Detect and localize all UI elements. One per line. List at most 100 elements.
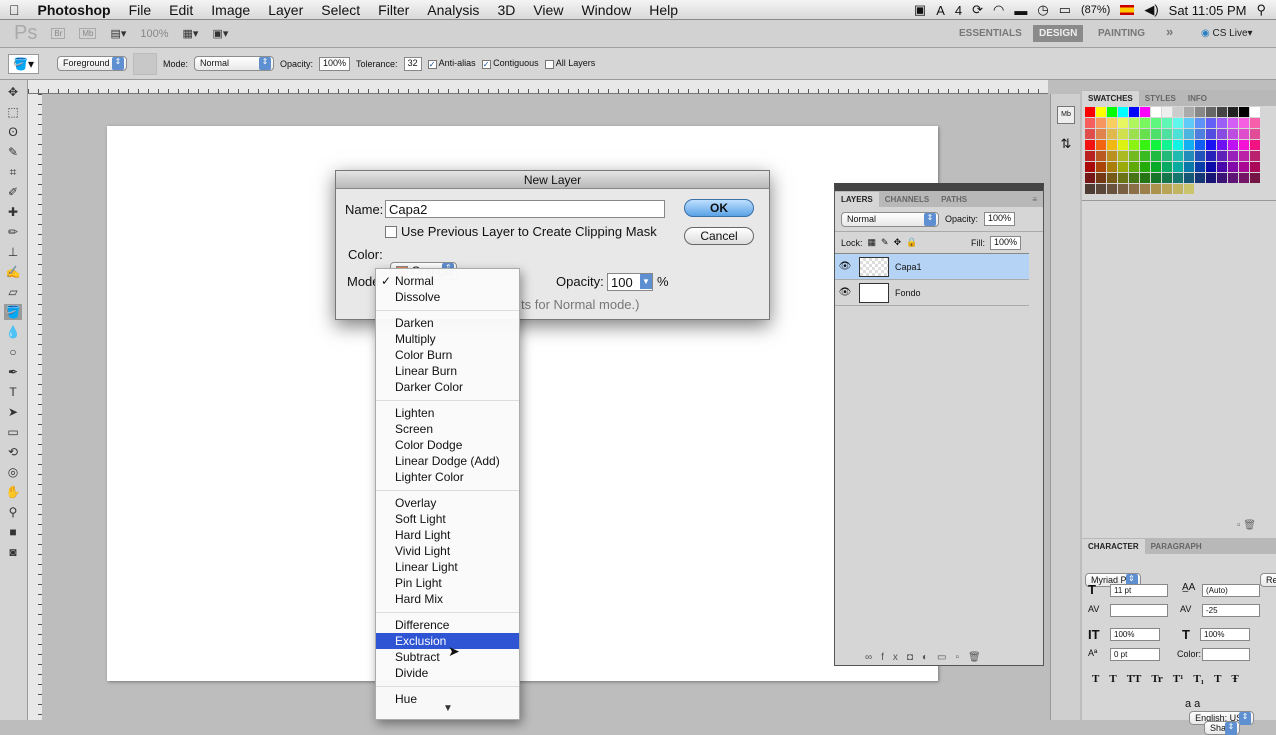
swatch[interactable]: [1118, 151, 1128, 161]
swatch[interactable]: [1250, 118, 1260, 128]
brush-tool-icon[interactable]: ✏: [4, 224, 22, 240]
all-layers-checkbox[interactable]: [544, 59, 554, 69]
swatch[interactable]: [1184, 107, 1194, 117]
tab-styles[interactable]: STYLES: [1139, 91, 1182, 106]
swatch[interactable]: [1129, 162, 1139, 172]
swatch[interactable]: [1239, 162, 1249, 172]
lock-transparency-icon[interactable]: ▦: [868, 237, 877, 248]
swatch[interactable]: [1151, 107, 1161, 117]
volume-icon[interactable]: ◀): [1144, 2, 1158, 18]
opacity-input[interactable]: 100%: [319, 56, 351, 71]
hand-tool-icon[interactable]: ✋: [4, 484, 22, 500]
wifi-icon[interactable]: ◠: [993, 2, 1004, 18]
swatch[interactable]: [1239, 129, 1249, 139]
swatch[interactable]: [1107, 140, 1117, 150]
quick-select-tool-icon[interactable]: ✎: [4, 144, 22, 160]
menu-filter[interactable]: Filter: [369, 2, 418, 18]
history-brush-tool-icon[interactable]: ✍: [4, 264, 22, 280]
path-select-tool-icon[interactable]: ➤: [4, 404, 22, 420]
swatch[interactable]: [1118, 140, 1128, 150]
ok-button[interactable]: OK: [684, 199, 754, 217]
apple-icon[interactable]: : [0, 2, 29, 18]
opacity-dropdown-icon[interactable]: ▼: [640, 274, 652, 289]
marquee-tool-icon[interactable]: ⬚: [4, 104, 22, 120]
time-machine-icon[interactable]: ◷: [1037, 2, 1048, 18]
menu-item-pin-light[interactable]: Pin Light: [376, 575, 519, 591]
menu-item-multiply[interactable]: Multiply: [376, 331, 519, 347]
swatch[interactable]: [1140, 151, 1150, 161]
swatch[interactable]: [1107, 107, 1117, 117]
swatch[interactable]: [1217, 162, 1227, 172]
crop-tool-icon[interactable]: ⌗: [4, 164, 22, 180]
swatch[interactable]: [1250, 140, 1260, 150]
swatch[interactable]: [1107, 118, 1117, 128]
swatch[interactable]: [1107, 184, 1117, 194]
swatch[interactable]: [1096, 151, 1106, 161]
lasso-tool-icon[interactable]: ʘ: [4, 124, 22, 140]
arrange-documents-button[interactable]: ▦▾: [183, 27, 199, 40]
tab-character[interactable]: CHARACTER: [1082, 539, 1145, 554]
swatch[interactable]: [1184, 151, 1194, 161]
swatch[interactable]: [1239, 173, 1249, 183]
swatch[interactable]: [1217, 173, 1227, 183]
swatch[interactable]: [1118, 107, 1128, 117]
swatch[interactable]: [1140, 173, 1150, 183]
swatch[interactable]: [1228, 173, 1238, 183]
swatch[interactable]: [1250, 129, 1260, 139]
menu-item-divide[interactable]: Divide: [376, 665, 519, 681]
fill-source-select[interactable]: Foreground: [56, 56, 127, 71]
tracking-input[interactable]: -25: [1202, 604, 1260, 617]
swatch[interactable]: [1217, 107, 1227, 117]
paint-bucket-tool-icon[interactable]: 🪣: [4, 304, 22, 320]
pen-tool-icon[interactable]: ✒: [4, 364, 22, 380]
swatch[interactable]: [1162, 151, 1172, 161]
menu-item-hard-mix[interactable]: Hard Mix: [376, 591, 519, 607]
paint-bucket-tool-preset[interactable]: 🪣▾: [8, 53, 39, 74]
swatch[interactable]: [1129, 140, 1139, 150]
tab-info[interactable]: INFO: [1182, 91, 1213, 106]
shape-tool-icon[interactable]: ▭: [4, 424, 22, 440]
swatch[interactable]: [1217, 184, 1227, 194]
swatch[interactable]: [1107, 173, 1117, 183]
anti-alias-select[interactable]: Sharp: [1204, 721, 1241, 735]
swatch[interactable]: [1129, 107, 1139, 117]
leading-input[interactable]: (Auto): [1202, 584, 1260, 597]
swatch[interactable]: [1173, 184, 1183, 194]
baseline-shift-input[interactable]: 0 pt: [1110, 648, 1160, 661]
swatch[interactable]: [1195, 129, 1205, 139]
3d-rotate-tool-icon[interactable]: ⟲: [4, 444, 22, 460]
pattern-picker[interactable]: [132, 52, 157, 75]
visibility-eye-icon[interactable]: 👁: [835, 261, 855, 272]
menu-item-lighter-color[interactable]: Lighter Color: [376, 469, 519, 485]
swatch[interactable]: [1129, 118, 1139, 128]
menu-image[interactable]: Image: [202, 2, 259, 18]
swatch[interactable]: [1206, 184, 1216, 194]
adjustment-icon[interactable]: ◐: [922, 652, 937, 663]
eraser-tool-icon[interactable]: ▱: [4, 284, 22, 300]
zoom-tool-icon[interactable]: ⚲: [4, 504, 22, 520]
tab-paragraph[interactable]: PARAGRAPH: [1145, 539, 1208, 554]
swatch[interactable]: [1096, 184, 1106, 194]
new-swatch-icons[interactable]: ▫ 🗑: [1237, 520, 1256, 531]
swatch[interactable]: [1085, 129, 1095, 139]
swatch[interactable]: [1195, 151, 1205, 161]
swatch[interactable]: [1140, 184, 1150, 194]
swatch[interactable]: [1173, 140, 1183, 150]
menu-file[interactable]: File: [120, 2, 161, 18]
swatch[interactable]: [1085, 173, 1095, 183]
delete-icon[interactable]: 🗑: [968, 652, 990, 663]
type-style-button[interactable]: T¹: [1173, 673, 1184, 685]
swatch[interactable]: [1228, 129, 1238, 139]
swatch[interactable]: [1129, 129, 1139, 139]
battery-icon[interactable]: ▭: [1059, 2, 1071, 18]
menu-select[interactable]: Select: [312, 2, 369, 18]
swatch[interactable]: [1162, 173, 1172, 183]
eyedropper-tool-icon[interactable]: ✐: [4, 184, 22, 200]
swatch[interactable]: [1228, 140, 1238, 150]
menu-analysis[interactable]: Analysis: [418, 2, 488, 18]
swatch[interactable]: [1206, 107, 1216, 117]
adobe-icon[interactable]: A: [936, 3, 945, 18]
type-style-button[interactable]: TT: [1127, 673, 1142, 685]
swatch[interactable]: [1096, 173, 1106, 183]
stamp-tool-icon[interactable]: ⊥: [4, 244, 22, 260]
